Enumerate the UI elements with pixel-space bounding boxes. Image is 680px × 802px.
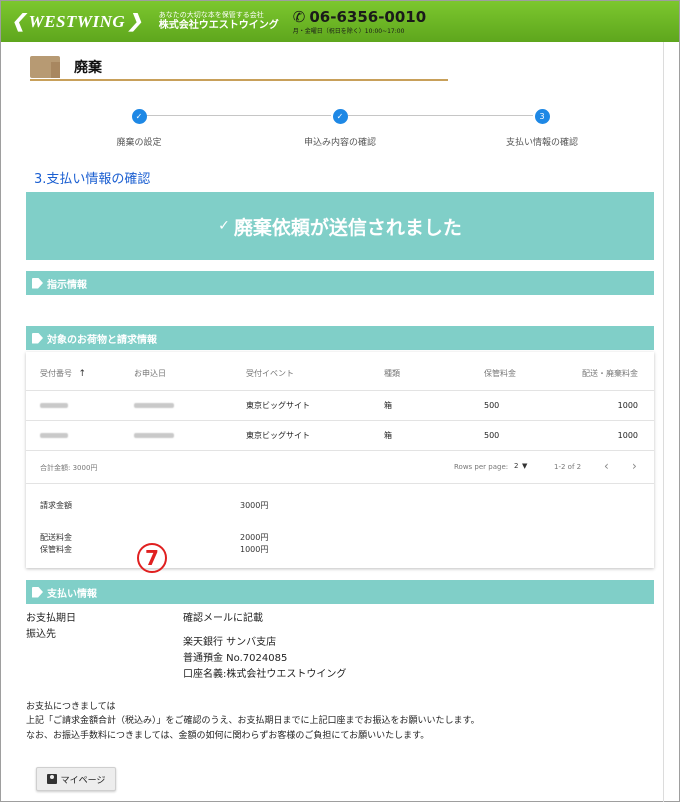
table-row[interactable]: 東京ビッグサイト 箱 500 1000 [26, 390, 654, 420]
step-number: 3 [534, 109, 550, 124]
col-header-storage[interactable]: 保管料金 [484, 368, 516, 379]
total-amount: 合計金額: 3000円 [40, 464, 98, 472]
business-hours: 月・金曜日（祝日を除く）10:00~17:00 [292, 28, 405, 35]
tag-icon [32, 277, 43, 289]
col-header-type[interactable]: 種類 [384, 368, 400, 379]
date-redacted [134, 431, 174, 440]
phone-number[interactable]: ✆ 06-6356-0010 [293, 8, 426, 26]
rows-per-page-label: Rows per page: [454, 463, 509, 471]
check-icon: ✓ [218, 218, 230, 234]
table-footer: 合計金額: 3000円 Rows per page: 2 ▼ 1-2 of 2 … [26, 450, 654, 484]
page-title-row: 廃棄 [30, 55, 448, 81]
pagination-range: 1-2 of 2 [554, 463, 582, 471]
billing-value: 3000円 [240, 501, 269, 510]
tag-icon [32, 332, 43, 344]
delivery-fee-value: 2000円 [240, 533, 269, 542]
note-line: なお、お振込手数料につきましては、金額の如何に関わらずお客様のご負担にてお願いい… [26, 731, 430, 741]
col-header-event[interactable]: 受付イベント [246, 368, 294, 379]
chevron-right-icon[interactable]: › [632, 459, 637, 473]
table-row[interactable]: 東京ビッグサイト 箱 500 1000 [26, 420, 654, 450]
storage-fee-value: 1000円 [240, 545, 269, 554]
items-section-bar: 対象のお荷物と請求情報 [26, 326, 654, 350]
receipt-number-redacted [40, 431, 68, 440]
storage-fee-label: 保管料金 [40, 545, 72, 554]
transfer-label: 振込先 [26, 629, 56, 640]
col-header-delivery[interactable]: 配送・廃棄料金 [582, 368, 638, 379]
col-header-date[interactable]: お申込日 [134, 368, 166, 379]
phone-number-text: 06-6356-0010 [309, 8, 427, 26]
billing-label: 請求金額 [40, 501, 72, 510]
phone-icon: ✆ [292, 8, 306, 26]
company-name: 株式会社ウエストウイング [158, 19, 279, 31]
section-label: 指示情報 [47, 279, 87, 291]
delivery-fee-label: 配送料金 [40, 533, 72, 542]
company-tagline: あなたの大切な本を保管する会社 [158, 11, 264, 20]
payment-section-bar: 支払い情報 [26, 580, 654, 604]
company-info: あなたの大切な本を保管する会社 株式会社ウエストウイング [159, 11, 279, 31]
cell-delivery: 1000 [617, 401, 638, 410]
logo-text: WESTWING [28, 11, 126, 31]
mypage-label: マイページ [60, 775, 106, 786]
col-header-label: 受付番号 [40, 368, 72, 378]
success-message: 廃棄依頼が送信されました [233, 216, 462, 239]
due-date-value: 確認メールに記載 [183, 613, 263, 624]
mypage-button[interactable]: マイページ [36, 767, 116, 791]
section-label: 支払い情報 [47, 588, 97, 600]
truck-icon [30, 56, 60, 78]
cell-storage: 500 [484, 431, 500, 440]
step-2: ✓ 申込み内容の確認 [260, 109, 420, 148]
cell-storage: 500 [484, 401, 500, 410]
sort-arrow-icon[interactable]: ↑ [79, 369, 87, 379]
receipt-number-redacted [40, 401, 68, 410]
account-number: 普通預金 No.7024085 [183, 653, 288, 664]
chevron-left-icon[interactable]: ‹ [604, 459, 609, 473]
site-header: ❮ WESTWING ❯ あなたの大切な本を保管する会社 株式会社ウエストウイン… [1, 1, 679, 42]
wing-left-icon: ❮ [11, 11, 27, 31]
note-line: お支払につきましては [26, 702, 116, 712]
note-line: 上記「ご請求金額合計（税込み）」をご確認のうえ、お支払期日までに上記口座までお振… [26, 716, 480, 726]
progress-stepper: ✓ 廃棄の設定 ✓ 申込み内容の確認 3 支払い情報の確認 [26, 105, 654, 149]
step-label: 申込み内容の確認 [303, 138, 376, 148]
cell-type: 箱 [384, 431, 392, 440]
annotation-marker: 7 [137, 543, 167, 573]
site-logo[interactable]: ❮ WESTWING ❯ [11, 11, 143, 32]
step-3: 3 支払い情報の確認 [462, 109, 622, 148]
check-icon: ✓ [131, 109, 147, 124]
success-banner: ✓ 廃棄依頼が送信されました [26, 192, 654, 260]
cell-type: 箱 [384, 401, 392, 410]
account-holder: 口座名義:株式会社ウエストウイング [183, 669, 347, 680]
table-header-row: 受付番号 ↑ お申込日 受付イベント 種類 保管料金 配送・廃棄料金 [26, 358, 654, 388]
account-box-icon [46, 774, 57, 784]
content-edge [663, 42, 664, 802]
wing-right-icon: ❯ [127, 11, 143, 31]
items-table-card: 受付番号 ↑ お申込日 受付イベント 種類 保管料金 配送・廃棄料金 東京ビッグ… [26, 352, 654, 568]
cell-event: 東京ビッグサイト [246, 401, 310, 410]
section-heading: 3.支払い情報の確認 [34, 172, 151, 187]
section-label: 対象のお荷物と請求情報 [47, 334, 157, 346]
cell-delivery: 1000 [617, 431, 638, 440]
date-redacted [134, 401, 174, 410]
rows-per-page-select[interactable]: 2 [514, 462, 518, 470]
due-date-label: お支払期日 [26, 613, 76, 624]
chevron-down-icon[interactable]: ▼ [522, 462, 527, 470]
cell-event: 東京ビッグサイト [246, 431, 310, 440]
phone-info: ✆ 06-6356-0010 月・金曜日（祝日を除く）10:00~17:00 [293, 8, 426, 35]
instructions-section-bar: 指示情報 [26, 271, 654, 295]
page-title: 廃棄 [74, 60, 102, 76]
step-label: 廃棄の設定 [116, 138, 162, 148]
bank-name: 楽天銀行 サンバ支店 [183, 637, 277, 648]
tag-icon [32, 586, 43, 598]
col-header-receipt[interactable]: 受付番号 ↑ [40, 368, 86, 379]
step-1: ✓ 廃棄の設定 [59, 109, 219, 148]
step-label: 支払い情報の確認 [505, 138, 578, 148]
check-icon: ✓ [332, 109, 348, 124]
